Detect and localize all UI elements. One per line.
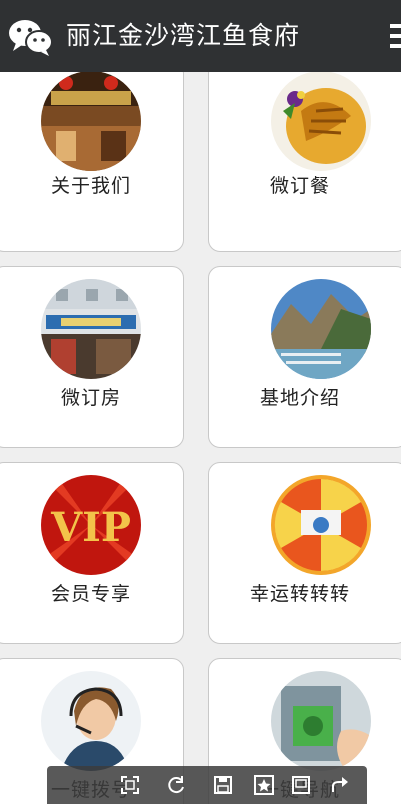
share-icon[interactable] bbox=[329, 774, 351, 796]
tile-grid: 关于我们 微订餐 微订房 基地介绍 VIP 会员专享 幸运转转转 bbox=[0, 72, 401, 804]
tile-vip[interactable]: VIP 会员专享 bbox=[0, 462, 184, 644]
tile-label: 幸运转转转 bbox=[249, 583, 350, 605]
tile-label: 关于我们 bbox=[50, 175, 131, 197]
refresh-icon[interactable] bbox=[165, 774, 187, 796]
tile-base-intro[interactable]: 基地介绍 bbox=[208, 266, 401, 448]
hotel-building-photo bbox=[41, 279, 141, 379]
tile-order-meal[interactable]: 微订餐 bbox=[208, 72, 401, 252]
wechat-icon[interactable] bbox=[8, 18, 54, 56]
page-title: 丽江金沙湾江鱼食府 bbox=[66, 21, 301, 50]
tile-label: 微订房 bbox=[60, 387, 121, 409]
tile-book-room[interactable]: 微订房 bbox=[0, 266, 184, 448]
touch-screen-navigation-photo bbox=[271, 671, 371, 771]
fish-dish-photo bbox=[271, 72, 371, 171]
prize-wheel-image bbox=[271, 475, 371, 575]
menu-icon[interactable] bbox=[390, 24, 401, 50]
browser-toolbar bbox=[47, 766, 367, 804]
fullscreen-icon[interactable] bbox=[119, 774, 141, 796]
svg-text:VIP: VIP bbox=[50, 504, 131, 551]
tile-label: 会员专享 bbox=[50, 583, 131, 605]
tile-lucky-wheel[interactable]: 幸运转转转 bbox=[208, 462, 401, 644]
bookmark-star-icon[interactable] bbox=[253, 774, 275, 796]
vip-badge-image: VIP bbox=[41, 475, 141, 575]
call-center-agent-photo bbox=[41, 671, 141, 771]
tile-label: 微订餐 bbox=[269, 175, 330, 197]
restaurant-facade-photo bbox=[41, 72, 141, 171]
window-icon[interactable] bbox=[290, 774, 312, 796]
tile-about-us[interactable]: 关于我们 bbox=[0, 72, 184, 252]
tile-label: 基地介绍 bbox=[259, 387, 340, 409]
save-icon[interactable] bbox=[212, 774, 234, 796]
mountain-lake-photo bbox=[271, 279, 371, 379]
app-header: 丽江金沙湾江鱼食府 bbox=[0, 0, 401, 72]
